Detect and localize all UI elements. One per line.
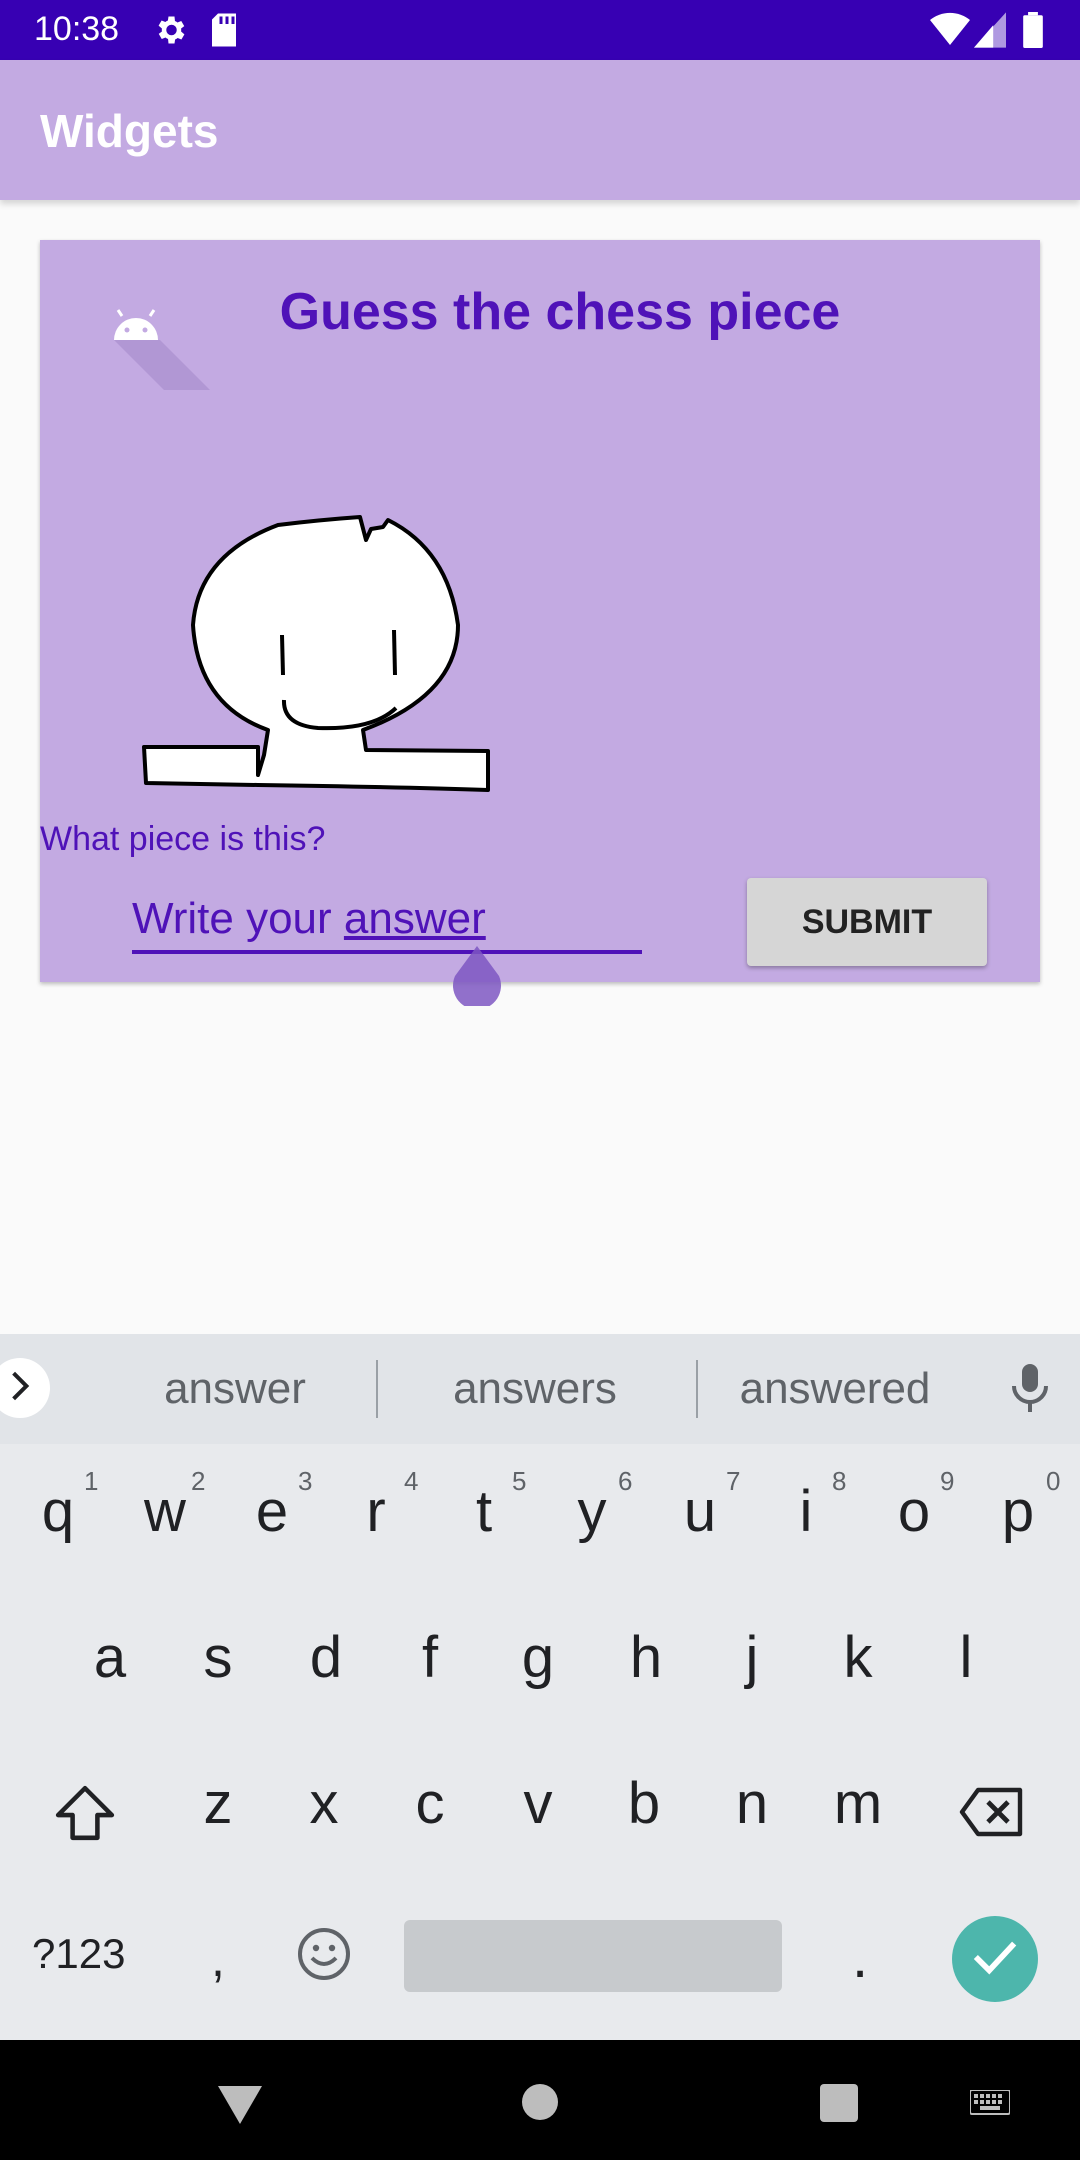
soft-keyboard: answer answers answered q w e r t y u i … xyxy=(0,1334,1080,2040)
key-hint: 8 xyxy=(832,1466,847,1496)
divider xyxy=(376,1360,378,1418)
key-b[interactable]: b xyxy=(594,1770,694,1837)
drawing-canvas[interactable] xyxy=(98,425,538,830)
backspace-key[interactable] xyxy=(958,1786,1026,1843)
status-time: 10:38 xyxy=(34,10,120,48)
key-m[interactable]: m xyxy=(808,1770,908,1837)
key-hint: 9 xyxy=(940,1466,955,1496)
key-d[interactable]: d xyxy=(276,1624,376,1691)
sd-card-icon xyxy=(208,12,240,53)
key-h[interactable]: h xyxy=(596,1624,696,1691)
period-key[interactable]: . xyxy=(810,1924,910,1991)
key-hint: 4 xyxy=(404,1466,419,1496)
status-bar: 10:38 xyxy=(0,0,1080,60)
checkmark-icon xyxy=(972,1939,1018,1980)
back-icon[interactable] xyxy=(218,2086,262,2129)
emoji-key[interactable] xyxy=(296,1926,352,1987)
answer-text-prefix: Write your xyxy=(132,894,344,943)
key-z[interactable]: z xyxy=(168,1770,268,1837)
key-hint: 0 xyxy=(1046,1466,1061,1496)
wifi-icon xyxy=(930,12,970,53)
shift-icon xyxy=(54,1785,116,1846)
answer-input[interactable]: Write your answer xyxy=(132,890,642,954)
expand-toolbar-button[interactable] xyxy=(0,1358,50,1418)
home-icon[interactable] xyxy=(522,2084,558,2125)
key-hint: 1 xyxy=(84,1466,99,1496)
keyboard-switch-icon[interactable] xyxy=(969,2089,1011,2123)
shift-key[interactable] xyxy=(54,1784,116,1847)
comma-key[interactable]: , xyxy=(168,1930,268,1988)
app-title: Widgets xyxy=(40,105,219,157)
battery-icon xyxy=(1022,12,1044,53)
emoji-icon xyxy=(296,1928,352,1986)
app-bar: Widgets xyxy=(0,60,1080,200)
key-g[interactable]: g xyxy=(488,1624,588,1691)
suggestion-1[interactable]: answer xyxy=(110,1364,360,1414)
answer-text-composing: answer xyxy=(343,894,486,943)
key-hint: 7 xyxy=(726,1466,741,1496)
recents-icon[interactable] xyxy=(820,2084,858,2127)
gear-icon xyxy=(152,12,188,53)
android-icon xyxy=(100,306,210,401)
space-key[interactable] xyxy=(404,1920,782,1992)
submit-button[interactable]: SUBMIT xyxy=(747,878,987,966)
suggestion-bar: answer answers answered xyxy=(0,1334,1080,1444)
suggestion-2[interactable]: answers xyxy=(410,1364,660,1414)
key-v[interactable]: v xyxy=(488,1770,588,1837)
divider xyxy=(696,1360,698,1418)
key-hint: 3 xyxy=(298,1466,313,1496)
mic-icon[interactable] xyxy=(1010,1362,1050,1419)
key-n[interactable]: n xyxy=(702,1770,802,1837)
key-f[interactable]: f xyxy=(380,1624,480,1691)
key-c[interactable]: c xyxy=(380,1770,480,1837)
quiz-card: Guess the chess piece What piece is this… xyxy=(40,240,1040,982)
backspace-icon xyxy=(958,1787,1026,1842)
signal-icon xyxy=(974,12,1006,53)
key-a[interactable]: a xyxy=(60,1624,160,1691)
key-j[interactable]: j xyxy=(702,1624,802,1691)
key-l[interactable]: l xyxy=(916,1624,1016,1691)
enter-key[interactable] xyxy=(952,1916,1038,2002)
key-hint: 6 xyxy=(618,1466,633,1496)
cursor-handle[interactable] xyxy=(452,946,502,1010)
key-hint: 2 xyxy=(191,1466,206,1496)
symbols-key[interactable]: ?123 xyxy=(32,1930,125,1978)
key-x[interactable]: x xyxy=(274,1770,374,1837)
key-k[interactable]: k xyxy=(808,1624,908,1691)
suggestion-3[interactable]: answered xyxy=(710,1364,960,1414)
key-s[interactable]: s xyxy=(168,1624,268,1691)
navigation-bar xyxy=(0,2040,1080,2160)
chevron-right-icon xyxy=(7,1370,33,1407)
question-label: What piece is this? xyxy=(40,820,326,858)
key-hint: 5 xyxy=(512,1466,527,1496)
